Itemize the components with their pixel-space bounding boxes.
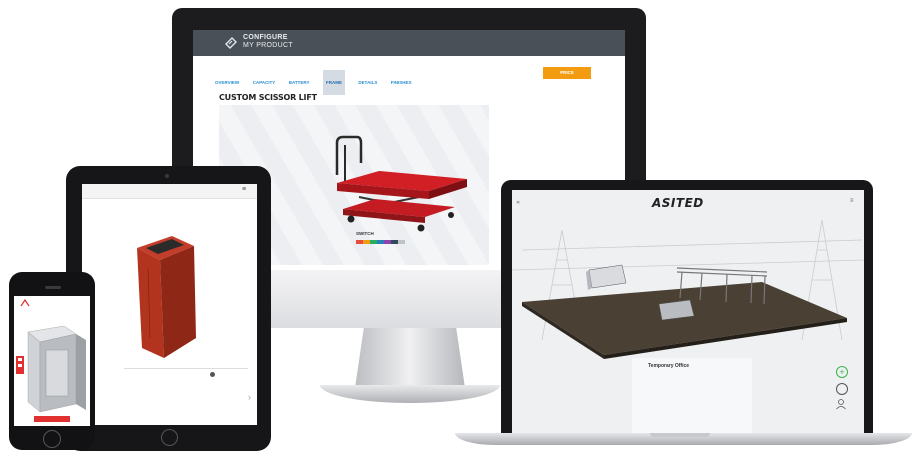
tab-frame[interactable]: FRAME [322,70,345,95]
cabinet-model[interactable] [82,198,257,358]
laptop-notch [650,433,710,437]
color-swatch[interactable] [391,240,398,244]
color-swatches [356,240,412,244]
substation-scene[interactable] [512,190,864,433]
phone-speaker [45,286,61,289]
add-icon[interactable]: + [836,366,848,378]
desktop-monitor-stand [355,328,465,388]
site-header: CONFIGURE MY PRODUCT [193,30,625,56]
site-logo[interactable]: CONFIGURE MY PRODUCT [243,34,293,50]
tablet-screen: ≡ › [82,184,257,425]
tab-finishes[interactable]: FINISHES [391,80,412,85]
color-swatch[interactable] [370,240,377,244]
close-icon[interactable]: ✕ [516,200,520,206]
tab-overview[interactable]: OVERVIEW [215,80,239,85]
tablet-camera [165,174,169,178]
price-label: PRICE [560,70,574,75]
product-title: CUSTOM SCISSOR LIFT [219,93,317,102]
tab-capacity[interactable]: CAPACITY [253,80,276,85]
logo-mark-icon [225,37,237,49]
color-swatch[interactable] [377,240,384,244]
tab-details[interactable]: DETAILS [358,80,377,85]
tab-battery[interactable]: BATTERY [289,80,310,85]
price-button[interactable]: PRICE [543,67,591,79]
brand-logo-icon [20,299,30,307]
info-icon[interactable] [210,372,215,377]
product-tabs: OVERVIEW CAPACITY BATTERY FRAME DETAILS … [215,70,421,95]
phone-home-button[interactable] [43,430,61,448]
color-swatch[interactable] [356,240,363,244]
settings-icon[interactable] [836,383,848,395]
color-swatch[interactable] [363,240,370,244]
desktop-monitor-foot [320,385,500,403]
phone-screen [14,296,90,426]
switch-label: SWITCH [356,231,374,236]
divider [124,368,248,369]
menu-icon[interactable]: ≡ [850,198,854,204]
laptop-app-logo: ASITED [652,196,704,210]
tablet-app-bar: ≡ [82,184,257,199]
site-logo-line1: CONFIGURE [243,34,288,41]
hamburger-icon[interactable]: ≡ [242,186,246,193]
user-icon[interactable] [835,398,847,410]
color-swatch[interactable] [384,240,391,244]
chevron-right-icon[interactable]: › [248,392,251,402]
phone-cta-button[interactable] [34,416,70,422]
electrical-cabinet-model[interactable] [14,320,90,415]
site-logo-line2: MY PRODUCT [243,42,293,49]
laptop-screen: ASITED ✕ ≡ Temporary Office + [512,190,864,433]
color-swatch[interactable] [398,240,405,244]
panel-title: Temporary Office [648,363,690,369]
color-swatch[interactable] [405,240,412,244]
tablet-home-button[interactable] [161,429,178,446]
